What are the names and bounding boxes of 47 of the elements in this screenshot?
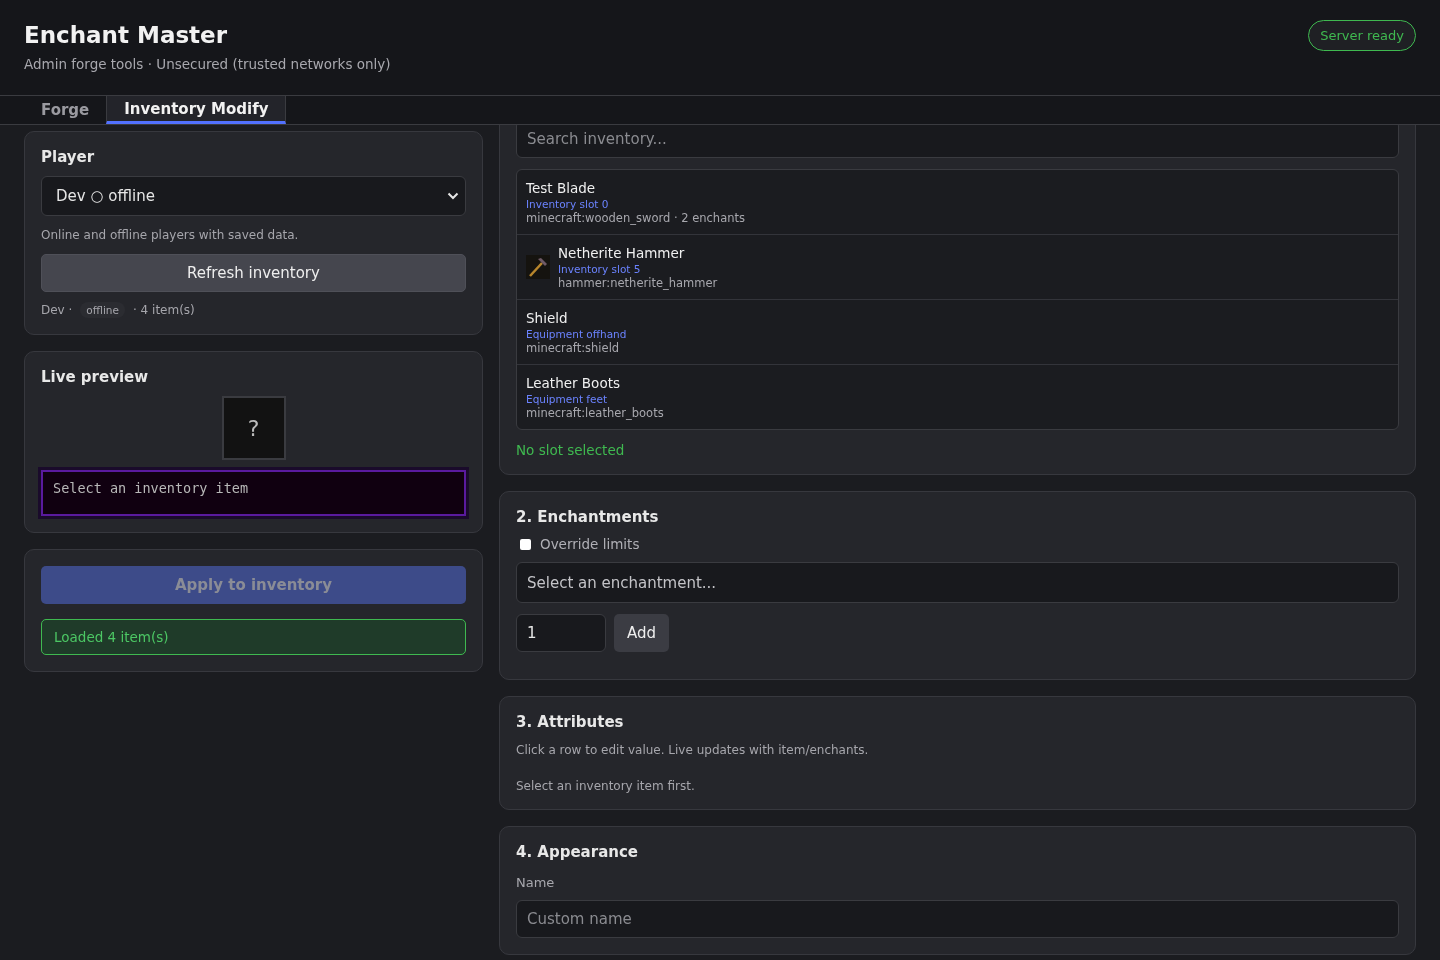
search-field[interactable]: Search inventory...: [516, 125, 1399, 158]
item-name: Leather Boots: [526, 374, 621, 391]
card-title: 4. Appearance: [516, 843, 639, 861]
refresh-button[interactable]: Refresh inventory: [41, 254, 466, 292]
card-title: 3. Attributes: [516, 713, 625, 731]
inventory-row[interactable]: Leather Boots Equipment feet minecraft:leather_boots: [517, 365, 1398, 429]
item-name: Netherite Hammer: [558, 244, 686, 261]
tab[interactable]: Forge: [24, 96, 107, 124]
chevron-icon: [447, 192, 459, 200]
checkbox-label: Override limits: [540, 536, 640, 552]
item-id: minecraft:shield: [526, 340, 621, 355]
item-slot-label: Inventory slot 5: [558, 262, 642, 275]
name-field[interactable]: Custom name: [516, 900, 1399, 938]
card-title: Live preview: [41, 368, 150, 386]
item-slot-label: Inventory slot 0: [526, 197, 610, 210]
inventory-row[interactable]: Shield Equipment offhand minecraft:shield: [517, 300, 1398, 365]
add-button[interactable]: Add: [614, 614, 670, 652]
level-input[interactable]: 1: [516, 614, 606, 652]
empty-message: Select an inventory item first.: [516, 779, 696, 793]
card-title: Player: [41, 148, 96, 166]
item-id: hammer:netherite_hammer: [558, 275, 718, 290]
player-name: Dev ·: [41, 303, 73, 317]
item-slot: ?: [221, 396, 286, 460]
item-slot-label: Equipment feet: [526, 392, 609, 405]
item-id: minecraft:wooden_sword · 2 enchants: [526, 210, 745, 225]
field-label: Name: [516, 875, 556, 890]
item-name: Test Blade: [526, 179, 597, 196]
status-pill: Server ready: [1308, 20, 1416, 51]
status-badge: offline: [80, 302, 125, 318]
tab[interactable]: Inventory Modify: [106, 96, 287, 124]
checkbox[interactable]: [520, 538, 531, 550]
item-id: minecraft:leather_boots: [526, 405, 664, 420]
item-slot-label: Equipment offhand: [526, 327, 627, 340]
hint-text: Online and offline players with saved data.: [41, 228, 300, 242]
item-tooltip: Select an inventory item: [41, 470, 466, 516]
item-name: Shield: [526, 309, 569, 326]
app-title: Enchant Master: [24, 22, 229, 48]
selection-status: No slot selected: [516, 442, 626, 458]
enchantment-select[interactable]: Select an enchantment...: [516, 562, 1399, 603]
item-count: · 4 item(s): [132, 303, 195, 317]
inventory-row[interactable]: Netherite Hammer Inventory slot 5 hammer:netherite_hammer: [517, 235, 1398, 300]
card-title: 2. Enchantments: [516, 508, 660, 526]
hint-text: Click a row to edit value. Live updates with item/enchants.: [516, 743, 870, 757]
success-message: Loaded 4 item(s): [41, 619, 466, 655]
app-subtitle: Admin forge tools · Unsecured (trusted networks only): [24, 56, 391, 72]
inventory-row[interactable]: Test Blade Inventory slot 0 minecraft:wooden_sword · 2 enchants: [517, 170, 1398, 235]
player-select[interactable]: Dev ○ offline: [41, 176, 466, 216]
